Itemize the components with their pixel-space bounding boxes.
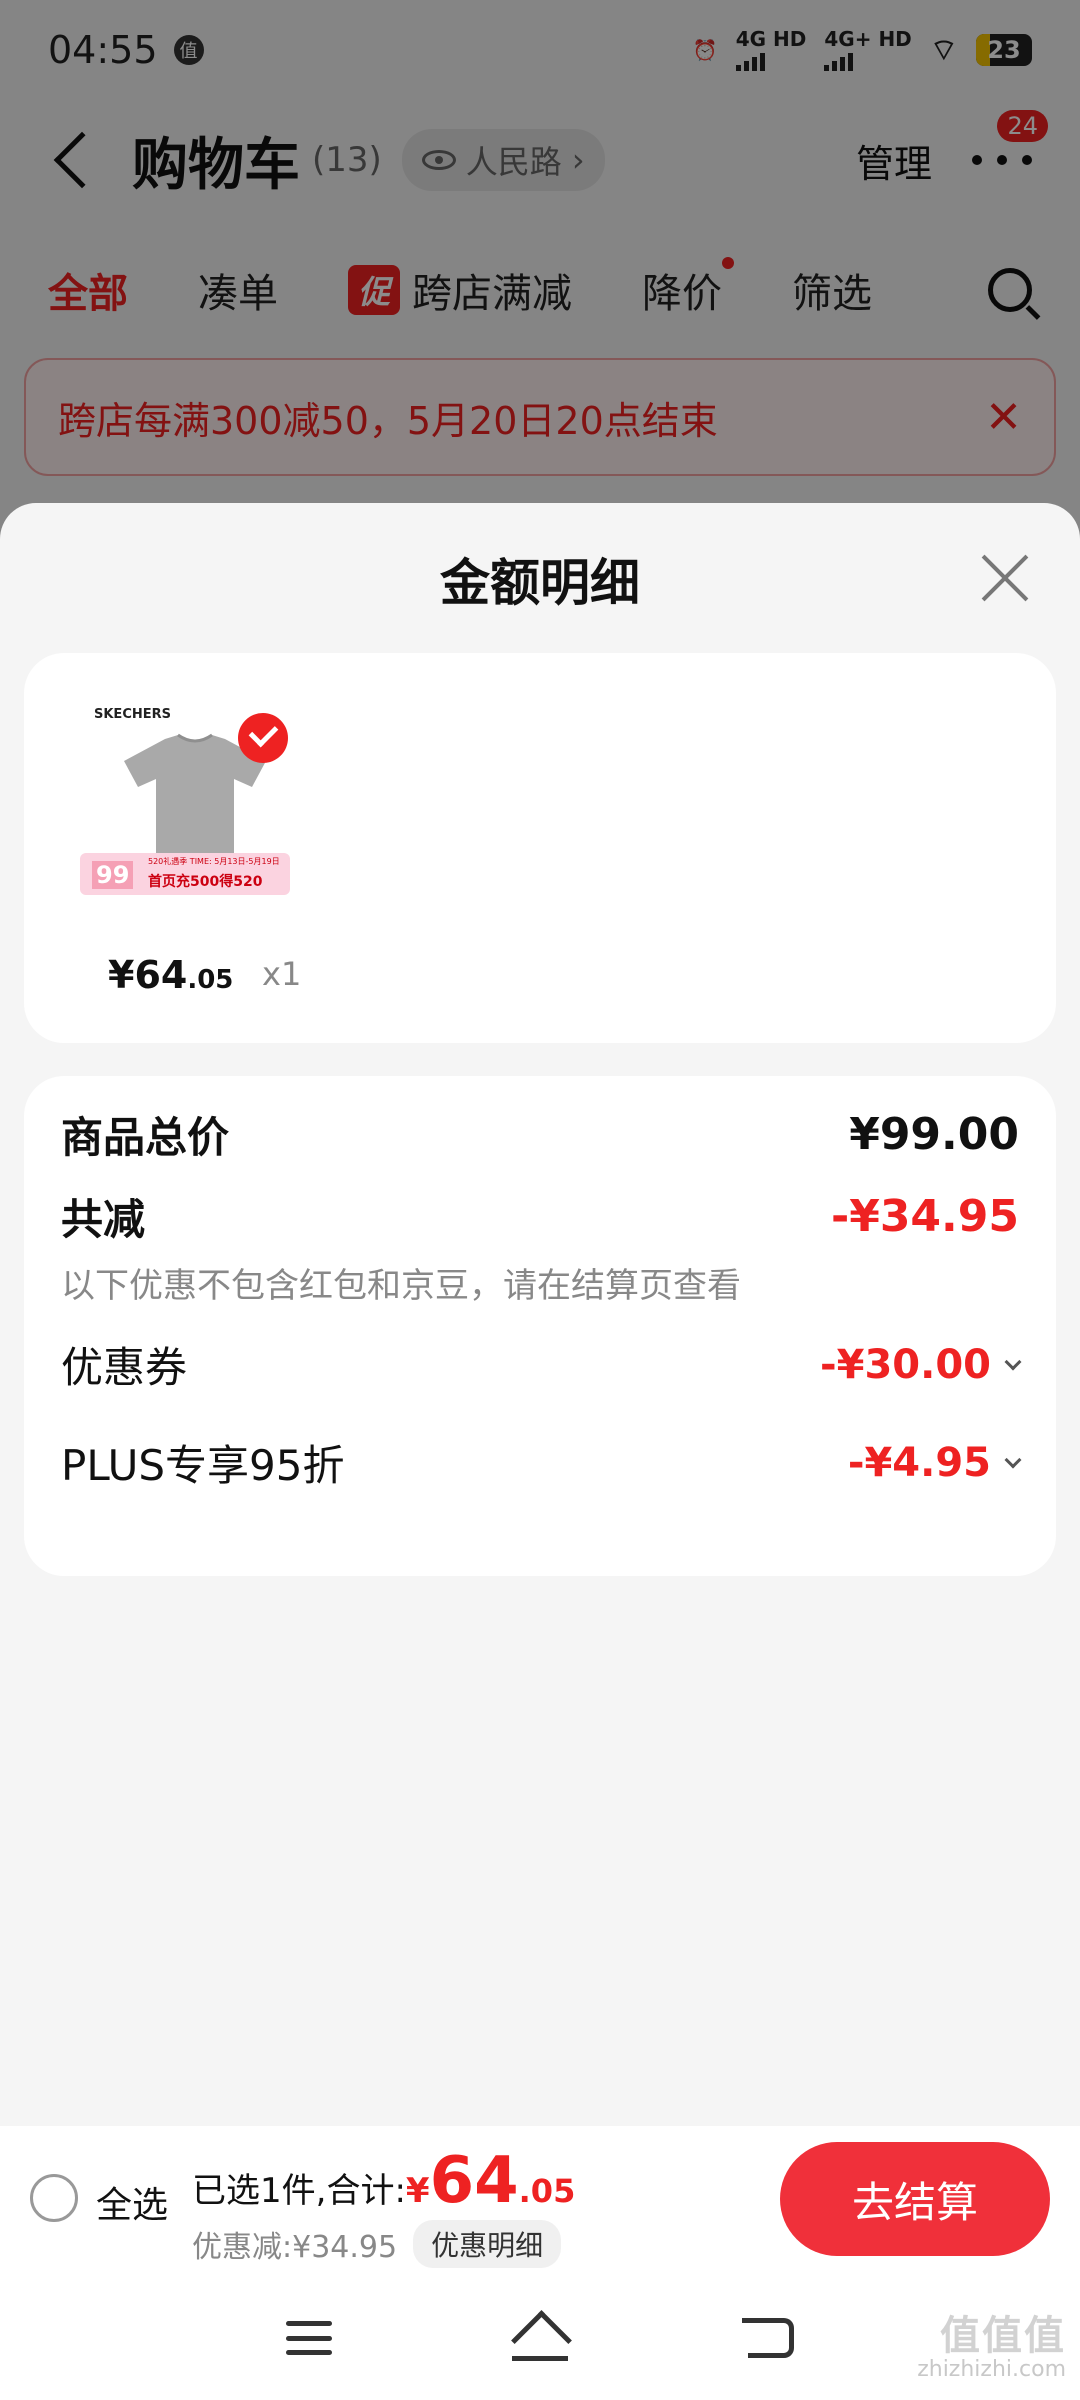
checkout-button[interactable]: 去结算 xyxy=(780,2142,1050,2256)
sheet-title: 金额明细 xyxy=(440,554,640,612)
chevron-down-icon[interactable] xyxy=(1004,1353,1022,1370)
image-promo-strip: 99 520礼遇季 TIME: 5月13日-5月19日 首页充500得520 xyxy=(80,853,290,895)
total-reduce-value: -¥34.95 xyxy=(830,1191,1019,1242)
total-price-row: 商品总价 ¥99.00 xyxy=(61,1109,1019,1162)
product-item[interactable]: SKECHERS 99 520礼遇季 TIME: 5月13日-5月19日 首页充… xyxy=(80,697,300,917)
selected-check-icon xyxy=(238,713,288,763)
discount-summary: 优惠减:¥34.95 优惠明细 xyxy=(192,2220,562,2268)
total-summary: 已选1件,合计: ¥ 64 .05 xyxy=(192,2144,576,2218)
discount-detail-button[interactable]: 优惠明细 xyxy=(413,2220,562,2268)
select-all-radio[interactable] xyxy=(30,2174,78,2222)
home-icon[interactable] xyxy=(512,2315,568,2361)
price-summary-card: 商品总价 ¥99.00 共减 -¥34.95 以下优惠不包含红包和京豆，请在结算… xyxy=(24,1076,1056,1576)
select-all-label[interactable]: 全选 xyxy=(96,2176,168,2228)
discount-note: 以下优惠不包含红包和京豆，请在结算页查看 xyxy=(61,1266,741,1306)
plus-discount-row[interactable]: PLUS专享95折 -¥4.95 xyxy=(61,1432,1022,1493)
plus-discount-value: -¥4.95 xyxy=(847,1439,991,1486)
checkout-bar: 全选 已选1件,合计: ¥ 64 .05 优惠减:¥34.95 优惠明细 去结算 xyxy=(0,2126,1080,2276)
product-quantity: x1 xyxy=(262,955,302,993)
coupon-row[interactable]: 优惠券 -¥30.00 xyxy=(61,1334,1022,1395)
product-image[interactable]: SKECHERS 99 520礼遇季 TIME: 5月13日-5月19日 首页充… xyxy=(80,697,300,917)
coupon-value: -¥30.00 xyxy=(820,1341,991,1388)
back-nav-icon[interactable] xyxy=(742,2318,794,2358)
total-reduce-row: 共减 -¥34.95 xyxy=(61,1191,1019,1244)
brand-label: SKECHERS xyxy=(94,707,171,722)
system-nav-bar: 值值值 zhizhizhi.com xyxy=(0,2276,1080,2400)
product-card: SKECHERS 99 520礼遇季 TIME: 5月13日-5月19日 首页充… xyxy=(24,653,1056,1043)
amount-detail-sheet: 金额明细 SKECHERS 99 520礼遇季 TIME: 5月13日-5月19… xyxy=(0,503,1080,2400)
product-price: ¥64.05 xyxy=(108,953,234,997)
close-icon[interactable] xyxy=(980,553,1030,603)
watermark: 值值值 zhizhizhi.com xyxy=(917,2312,1066,2382)
total-amount: 64 xyxy=(429,2144,519,2218)
chevron-down-icon[interactable] xyxy=(1004,1451,1022,1468)
total-price-value: ¥99.00 xyxy=(849,1109,1019,1160)
menu-icon[interactable] xyxy=(286,2321,332,2355)
